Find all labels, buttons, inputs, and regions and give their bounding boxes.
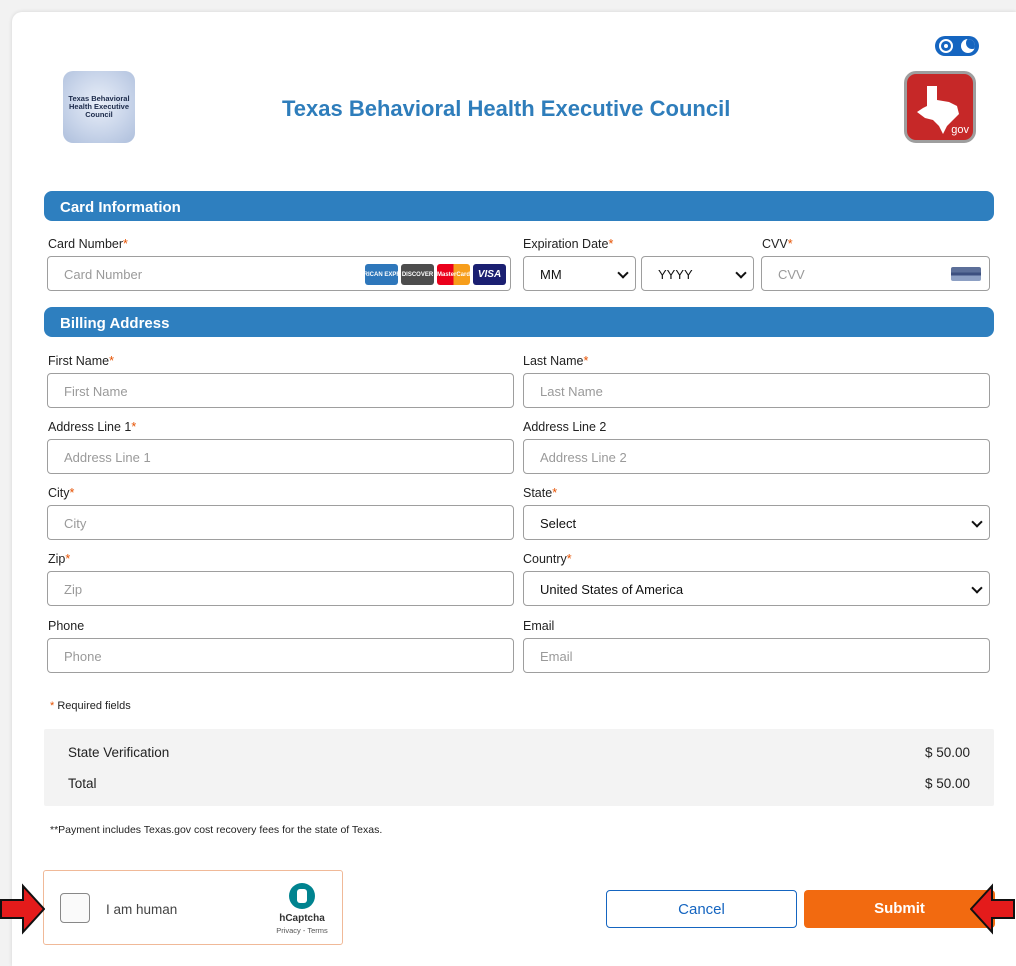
state-select[interactable]: Select bbox=[523, 505, 990, 540]
visa-icon: VISA bbox=[473, 264, 506, 285]
email-label: Email bbox=[523, 619, 555, 633]
captcha-checkbox[interactable] bbox=[60, 893, 90, 923]
right-arrow-icon bbox=[0, 883, 45, 935]
page-title: Texas Behavioral Health Executive Counci… bbox=[282, 96, 731, 121]
zip-label: Zip* bbox=[48, 552, 71, 566]
cancel-button[interactable]: Cancel bbox=[606, 890, 797, 928]
cvv-input[interactable]: CVV bbox=[761, 256, 990, 291]
last-name-label: Last Name* bbox=[523, 354, 589, 368]
summary-item-label: State Verification bbox=[68, 745, 170, 760]
summary-total-amount: $ 50.00 bbox=[925, 776, 971, 791]
discover-icon: DISCOVER bbox=[401, 264, 434, 285]
expiration-month-select[interactable]: MM bbox=[523, 256, 636, 291]
mastercard-icon: MasterCard bbox=[437, 264, 470, 285]
required-fields-note: * Required fields bbox=[50, 700, 131, 712]
captcha-label: I am human bbox=[106, 902, 178, 917]
phone-label: Phone bbox=[48, 619, 85, 633]
chevron-down-icon bbox=[735, 267, 747, 279]
cvv-card-icon bbox=[951, 267, 981, 281]
captcha-privacy-terms[interactable]: Privacy - Terms bbox=[270, 926, 334, 935]
expiration-date-label: Expiration Date* bbox=[523, 237, 614, 251]
agency-logo-text: Texas Behavioral Health Executive Counci… bbox=[68, 94, 130, 119]
left-arrow-icon bbox=[970, 883, 1015, 935]
address-line-2-label: Address Line 2 bbox=[523, 420, 607, 434]
chevron-down-icon bbox=[617, 267, 629, 279]
expiration-year-select[interactable]: YYYY bbox=[641, 256, 754, 291]
country-select[interactable]: United States of America bbox=[523, 571, 990, 606]
card-number-label: Card Number* bbox=[48, 237, 128, 251]
first-name-input[interactable]: First Name bbox=[47, 373, 514, 408]
card-brand-logos: AMERICAN EXPRESS DISCOVER MasterCard VIS… bbox=[350, 264, 506, 285]
billing-address-header: Billing Address bbox=[44, 307, 994, 337]
address-line-2-input[interactable]: Address Line 2 bbox=[523, 439, 990, 474]
submit-button[interactable]: Submit bbox=[804, 890, 995, 928]
country-label: Country* bbox=[523, 552, 572, 566]
hcaptcha-widget: I am human hCaptcha Privacy - Terms bbox=[43, 870, 343, 945]
gov-logo-text: gov bbox=[951, 124, 969, 136]
texas-gov-logo: gov bbox=[904, 71, 976, 143]
theme-toggle[interactable] bbox=[935, 36, 979, 56]
city-input[interactable]: City bbox=[47, 505, 514, 540]
city-label: City* bbox=[48, 486, 75, 500]
address-line-1-input[interactable]: Address Line 1 bbox=[47, 439, 514, 474]
chevron-down-icon bbox=[971, 582, 983, 594]
phone-input[interactable]: Phone bbox=[47, 638, 514, 673]
moon-icon bbox=[961, 39, 975, 53]
hcaptcha-logo-icon bbox=[289, 883, 315, 909]
summary-item-amount: $ 50.00 bbox=[925, 745, 971, 760]
payment-fee-note: **Payment includes Texas.gov cost recove… bbox=[50, 824, 383, 836]
zip-input[interactable]: Zip bbox=[47, 571, 514, 606]
payment-form-card bbox=[12, 12, 1016, 966]
last-name-input[interactable]: Last Name bbox=[523, 373, 990, 408]
chevron-down-icon bbox=[971, 516, 983, 528]
cvv-label: CVV* bbox=[762, 237, 793, 251]
hcaptcha-brand: hCaptcha bbox=[279, 913, 325, 924]
first-name-label: First Name* bbox=[48, 354, 114, 368]
summary-total-label: Total bbox=[68, 776, 97, 791]
order-summary bbox=[44, 729, 994, 806]
sun-icon bbox=[939, 39, 953, 53]
card-number-input[interactable]: Card Number AMERICAN EXPRESS DISCOVER Ma… bbox=[47, 256, 511, 291]
amex-icon: AMERICAN EXPRESS bbox=[350, 264, 413, 285]
state-label: State* bbox=[523, 486, 558, 500]
address-line-1-label: Address Line 1* bbox=[48, 420, 137, 434]
agency-logo: Texas Behavioral Health Executive Counci… bbox=[63, 71, 135, 143]
card-information-header: Card Information bbox=[44, 191, 994, 221]
email-input[interactable]: Email bbox=[523, 638, 990, 673]
